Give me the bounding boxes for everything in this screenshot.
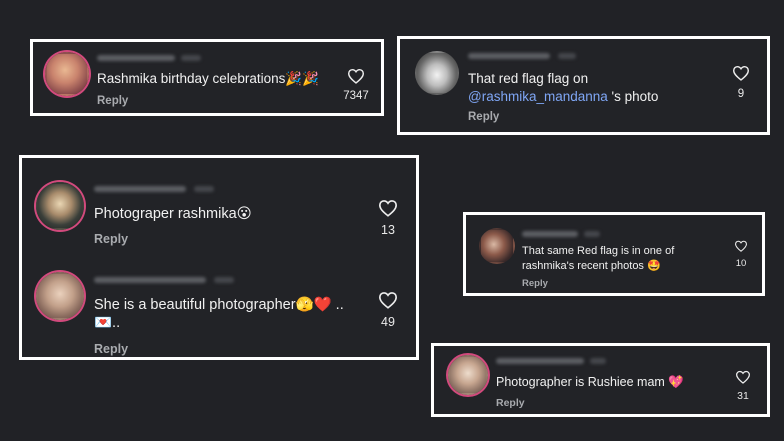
username-blurred[interactable] — [522, 231, 578, 237]
heart-icon[interactable] — [732, 65, 750, 81]
comment-text: Rashmika birthday celebrations🎉🎉 — [97, 71, 319, 86]
avatar[interactable] — [36, 182, 84, 230]
reply-button[interactable]: Reply — [496, 397, 525, 409]
avatar[interactable] — [415, 51, 459, 95]
timestamp-blurred — [194, 186, 214, 192]
comment-card-3: Photograper rashmika😮 Reply 13 She is a … — [19, 155, 419, 360]
like-count: 10 — [735, 258, 747, 269]
timestamp-blurred — [558, 53, 576, 59]
heart-icon[interactable] — [347, 68, 365, 84]
timestamp-blurred — [590, 358, 606, 364]
avatar[interactable] — [45, 52, 89, 96]
mention-link[interactable]: @rashmika_mandanna — [468, 89, 608, 104]
reply-button[interactable]: Reply — [94, 232, 128, 246]
reply-button[interactable]: Reply — [468, 111, 499, 123]
timestamp-blurred — [181, 55, 201, 61]
username-blurred[interactable] — [97, 55, 175, 61]
username-blurred[interactable] — [94, 186, 186, 192]
comment-card-4: That same Red flag is in one of rashmika… — [463, 212, 765, 296]
comment-text: She is a beautiful photographer🫣❤️ .. 💌.… — [94, 297, 344, 331]
emoji: 💖 — [668, 375, 684, 389]
emoji: 🫣❤️ .. — [295, 297, 344, 313]
username-blurred[interactable] — [468, 53, 550, 59]
like-count: 9 — [737, 88, 745, 100]
emoji: 🤩 — [647, 260, 661, 272]
emoji: 😮 — [236, 206, 252, 222]
emoji: 💌.. — [94, 315, 121, 331]
username-blurred[interactable] — [496, 358, 584, 364]
reply-button[interactable]: Reply — [522, 278, 548, 289]
comment-card-5: Photographer is Rushiee mam 💖 Reply 31 — [431, 343, 770, 417]
comment-card-2: That red flag flag on @rashmika_mandanna… — [397, 36, 770, 135]
heart-icon[interactable] — [378, 291, 398, 309]
comment-text: That same Red flag is in one of rashmika… — [522, 245, 675, 272]
avatar[interactable] — [36, 272, 84, 320]
heart-icon[interactable] — [734, 240, 748, 252]
heart-icon[interactable] — [378, 199, 398, 217]
comment-text: That red flag flag on @rashmika_mandanna… — [468, 71, 659, 104]
like-count: 31 — [737, 390, 749, 402]
heart-icon[interactable] — [735, 370, 751, 384]
like-count: 13 — [381, 223, 395, 237]
reply-button[interactable]: Reply — [97, 95, 128, 107]
timestamp-blurred — [584, 231, 600, 237]
username-blurred[interactable] — [94, 277, 206, 283]
comment-text: Photograper rashmika😮 — [94, 206, 252, 222]
like-count: 7347 — [343, 90, 369, 102]
comment-text: Photographer is Rushiee mam 💖 — [496, 375, 684, 389]
reply-button[interactable]: Reply — [94, 342, 128, 356]
avatar[interactable] — [479, 228, 515, 264]
avatar[interactable] — [448, 355, 488, 395]
like-count: 49 — [381, 315, 395, 329]
timestamp-blurred — [214, 277, 234, 283]
comment-card-1: Rashmika birthday celebrations🎉🎉 Reply 7… — [30, 39, 384, 116]
